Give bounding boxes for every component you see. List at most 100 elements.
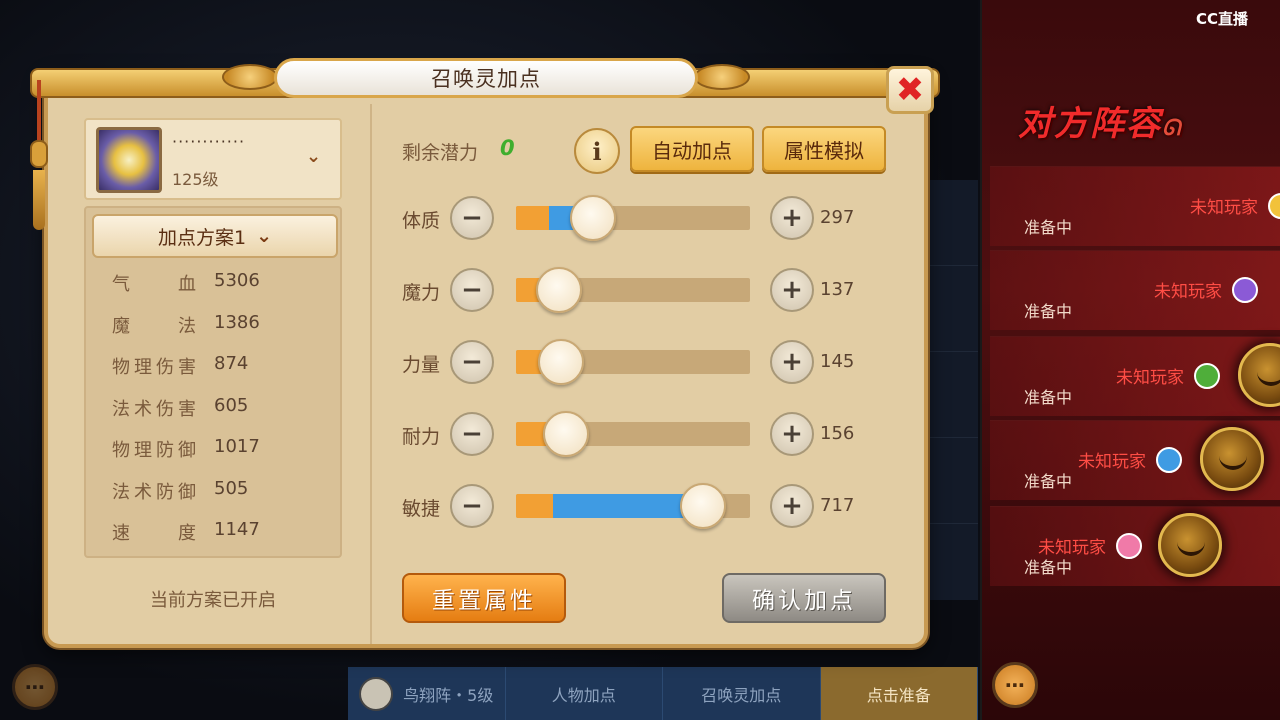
auto-allocate-button[interactable]: 自动加点: [630, 126, 754, 172]
player-emblem-icon: [1194, 363, 1220, 389]
slider-thumb[interactable]: [538, 339, 584, 385]
opponent-player-row: 未知玩家 准备中: [990, 420, 1280, 500]
player-status: 准备中: [1024, 388, 1073, 407]
attribute-value: 297: [820, 207, 855, 228]
slider-thumb[interactable]: [570, 195, 616, 241]
plus-button[interactable]: +: [770, 484, 814, 528]
pet-selector[interactable]: ············ 125级 ⌄: [84, 118, 342, 200]
attribute-value: 137: [820, 279, 855, 300]
opponent-player-row: 未知玩家准备中: [990, 250, 1280, 330]
attribute-value: 717: [820, 495, 855, 516]
reset-attributes-button[interactable]: 重置属性: [402, 573, 566, 623]
pet-level: 125级: [172, 170, 219, 189]
cloud-ornament-icon: [222, 64, 278, 90]
opponent-player-row: 未知玩家准备中: [990, 336, 1280, 416]
minus-button[interactable]: −: [450, 340, 494, 384]
stats-panel: 加点方案1 ⌄ 气血 5306 魔法 1386 物理伤害 874 法术伤害 605 物理防御 10…: [84, 206, 342, 558]
slider-thumb[interactable]: [543, 411, 589, 457]
player-avatar: [1158, 513, 1222, 577]
stat-value: 1386: [214, 311, 260, 333]
cloud-ornament-icon: [694, 64, 750, 90]
tab-ready[interactable]: 点击准备: [820, 667, 978, 720]
stat-label: 法术伤害: [112, 398, 196, 420]
slider-base-fill: [516, 494, 553, 518]
stat-label: 气血: [112, 274, 196, 295]
attribute-label: 力量: [402, 354, 441, 376]
chevron-down-icon[interactable]: ⌄: [306, 146, 321, 167]
attribute-label: 体质: [402, 210, 441, 232]
minus-button[interactable]: −: [450, 484, 494, 528]
chevron-down-icon: ⌄: [256, 225, 272, 247]
close-button[interactable]: ✖: [886, 66, 934, 114]
stat-value: 505: [214, 477, 249, 499]
player-emblem-icon: [1116, 533, 1142, 559]
opponent-player-name: 未知玩家: [1190, 198, 1258, 218]
attribute-slider-track[interactable]: [516, 206, 750, 230]
tab-character-points[interactable]: 人物加点: [506, 667, 663, 720]
opponent-player-name: 未知玩家: [1116, 368, 1184, 388]
info-button[interactable]: i: [574, 128, 620, 174]
stat-value: 874: [214, 353, 249, 374]
minus-button[interactable]: −: [450, 268, 494, 312]
slider-base-fill: [516, 206, 549, 230]
stat-value: 1017: [214, 436, 260, 457]
stat-label: 法术防御: [112, 481, 196, 503]
dialog-title: 召唤灵加点: [431, 67, 541, 91]
tassel-ornament-icon: [28, 80, 50, 230]
minus-button[interactable]: −: [450, 196, 494, 240]
column-divider: [370, 104, 372, 644]
stat-value: 5306: [214, 270, 260, 291]
potential-value: 0: [500, 136, 515, 160]
pet-name: ············: [172, 132, 246, 151]
pet-info-column: ············ 125级 ⌄ 加点方案1 ⌄ 气血 5306 魔法 1386…: [84, 100, 370, 640]
slider-thumb[interactable]: [536, 267, 582, 313]
formation-icon: [359, 676, 394, 711]
player-avatar: [1200, 427, 1264, 491]
opponent-player-name: 未知玩家: [1154, 282, 1222, 302]
attribute-label: 敏捷: [402, 498, 441, 520]
scheme-label: 加点方案1: [157, 226, 247, 249]
player-status: 准备中: [1024, 472, 1073, 491]
plus-button[interactable]: +: [770, 268, 814, 312]
pet-portrait-avatar: [96, 127, 162, 193]
cc-live-logo: CC直播: [1196, 10, 1249, 28]
opponent-player-name: 未知玩家: [1078, 452, 1146, 472]
bottom-tab-bar: 鸟翔阵・5级 人物加点 召唤灵加点 点击准备: [348, 667, 978, 720]
player-status: 准备中: [1024, 302, 1073, 321]
plus-button[interactable]: +: [770, 340, 814, 384]
plus-button[interactable]: +: [770, 412, 814, 456]
tab-summon-points[interactable]: 召唤灵加点: [663, 667, 821, 720]
player-emblem-icon: [1156, 447, 1182, 473]
dialog-title-plate: 召唤灵加点: [274, 58, 698, 98]
player-status: 准备中: [1024, 558, 1073, 577]
potential-label: 剩余潜力: [402, 142, 479, 164]
player-emblem-icon: [1232, 277, 1258, 303]
player-status: 准备中: [1024, 218, 1073, 237]
tab-formation[interactable]: 鸟翔阵・5级: [348, 667, 506, 720]
stat-label: 魔法: [112, 315, 196, 337]
chat-icon[interactable]: ⋯: [12, 664, 58, 710]
attribute-label: 耐力: [402, 426, 441, 448]
slider-thumb[interactable]: [680, 483, 726, 529]
attribute-label: 魔力: [402, 282, 441, 304]
opponent-panel: 对方阵容ᘏ 未知玩家 准备中 未知玩家 准备中 未知玩家 准备中 未知玩家 准备中 未知玩家 准备…: [980, 0, 1280, 720]
plus-button[interactable]: +: [770, 196, 814, 240]
stat-value: 605: [214, 394, 249, 416]
stat-label: 物理伤害: [112, 357, 196, 378]
chat-icon[interactable]: ⋯: [992, 662, 1038, 708]
minus-button[interactable]: −: [450, 412, 494, 456]
scheme-status-text: 当前方案已开启: [150, 590, 276, 611]
scheme-dropdown[interactable]: 加点方案1 ⌄: [92, 214, 338, 258]
stat-label: 物理防御: [112, 440, 196, 461]
attribute-value: 145: [820, 351, 855, 372]
opponent-panel-title: 对方阵容ᘏ: [1018, 104, 1183, 144]
player-emblem-icon: [1268, 193, 1280, 219]
player-avatar: [1238, 343, 1280, 407]
stat-label: 速度: [112, 523, 196, 544]
confirm-points-button[interactable]: 确认加点: [722, 573, 886, 623]
attribute-value: 156: [820, 423, 855, 444]
attribute-simulate-button[interactable]: 属性模拟: [762, 126, 886, 172]
opponent-player-row: 未知玩家 准备中: [990, 506, 1280, 586]
opponent-player-row: 未知玩家准备中: [990, 166, 1280, 246]
stat-value: 1147: [214, 519, 260, 540]
